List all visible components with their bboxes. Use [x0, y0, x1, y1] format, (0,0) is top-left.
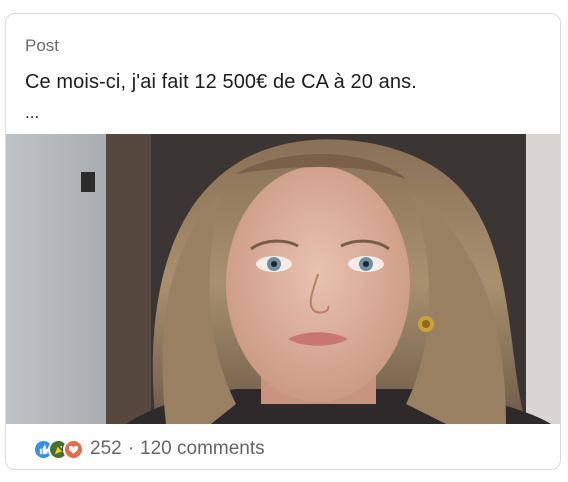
separator-dot: ·: [127, 438, 135, 459]
social-counts: 252 · 120 comments: [33, 437, 265, 461]
post-image[interactable]: [6, 134, 560, 424]
post-text: Ce mois-ci, j'ai fait 12 500€ de CA à 20…: [25, 71, 417, 93]
comments-count-link[interactable]: 120 comments: [140, 438, 265, 460]
post-card: Post Ce mois-ci, j'ai fait 12 500€ de CA…: [5, 13, 561, 470]
portrait-photo: [6, 134, 560, 424]
see-more-link[interactable]: ...: [25, 103, 39, 123]
post-header-label: Post: [25, 36, 60, 55]
love-icon: [63, 438, 84, 460]
reactions-stack[interactable]: [33, 438, 84, 460]
reaction-count[interactable]: 252: [90, 438, 122, 460]
